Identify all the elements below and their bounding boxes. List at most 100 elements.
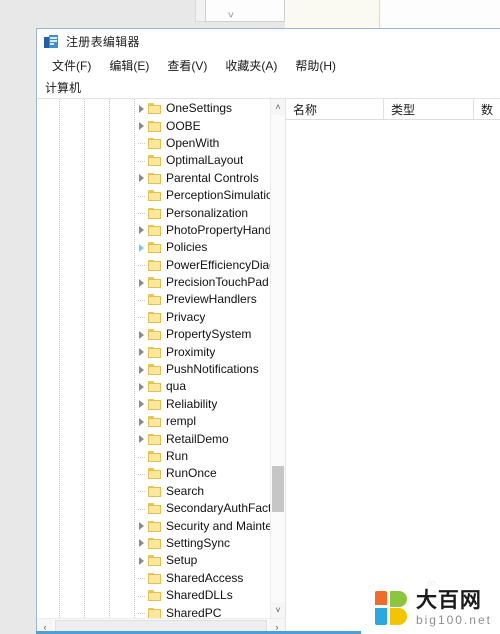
tree-item-proximity[interactable]: Proximity xyxy=(134,343,270,360)
tree-leaf-stub xyxy=(134,448,148,465)
menu-item-view[interactable]: 查看(V) xyxy=(158,55,216,76)
expand-arrow-icon[interactable] xyxy=(134,517,148,534)
tree-item-label: rempl xyxy=(166,415,197,429)
chevron-right-icon xyxy=(138,539,144,548)
address-bar[interactable]: 计算机 xyxy=(37,77,500,99)
address-path: 计算机 xyxy=(45,81,82,95)
title-bar: 注册表编辑器 xyxy=(37,29,500,54)
tree-item-run[interactable]: Run xyxy=(134,448,270,465)
tree-item-security-and-maintenance[interactable]: Security and Maintenance xyxy=(134,517,270,534)
expand-arrow-icon[interactable] xyxy=(134,396,148,413)
registry-values-list[interactable]: ∞ 大百网 big100.net xyxy=(286,120,500,634)
folder-icon xyxy=(148,485,161,497)
tree-item-label: Proximity xyxy=(166,345,216,359)
tree-item-label: Policies xyxy=(166,241,208,255)
folder-icon xyxy=(148,590,161,602)
tree-item-label: PreviewHandlers xyxy=(166,293,257,307)
tree-leaf-stub xyxy=(134,204,148,221)
chevron-right-icon xyxy=(138,330,144,339)
tree-item-personalization[interactable]: Personalization xyxy=(134,204,270,221)
registry-values-pane: 名称 类型 数 ∞ 大百网 big100.net xyxy=(286,99,500,634)
folder-icon xyxy=(148,607,161,618)
background-strip xyxy=(0,0,195,30)
column-header-row: 名称 类型 数 xyxy=(286,99,500,120)
tree-item-sharedaccess[interactable]: SharedAccess xyxy=(134,570,270,587)
chevron-right-icon xyxy=(138,400,144,409)
scroll-down-icon[interactable]: ˅ xyxy=(271,602,285,618)
expand-arrow-icon[interactable] xyxy=(134,535,148,552)
vertical-scroll-thumb[interactable] xyxy=(272,465,284,512)
expand-arrow-icon[interactable] xyxy=(134,552,148,569)
tree-item-label: PropertySystem xyxy=(166,328,252,342)
expand-arrow-icon[interactable] xyxy=(134,326,148,343)
tree-leaf-stub xyxy=(134,309,148,326)
expand-arrow-icon[interactable] xyxy=(134,361,148,378)
registry-tree[interactable]: OneSettings OOBE OpenWith OptimalLayout Pare… xyxy=(37,99,270,618)
tree-item-oobe[interactable]: OOBE xyxy=(134,117,270,134)
tree-item-retaildemo[interactable]: RetailDemo xyxy=(134,430,270,447)
column-header-type[interactable]: 类型 xyxy=(384,99,474,119)
tree-leaf-stub xyxy=(134,291,148,308)
tree-item-setup[interactable]: Setup xyxy=(134,552,270,569)
menu-item-help[interactable]: 帮助(H) xyxy=(286,55,345,76)
tree-leaf-stub xyxy=(134,570,148,587)
tree-item-label: SettingSync xyxy=(166,536,231,550)
indent-stub-icon xyxy=(138,595,145,597)
chevron-right-icon xyxy=(138,382,144,391)
indent-guide xyxy=(84,99,85,618)
tree-item-label: SecondaryAuthFactor xyxy=(166,502,270,516)
tree-item-runonce[interactable]: RunOnce xyxy=(134,465,270,482)
expand-arrow-icon[interactable] xyxy=(134,117,148,134)
expand-arrow-icon[interactable] xyxy=(134,343,148,360)
tree-item-onesettings[interactable]: OneSettings xyxy=(134,100,270,117)
tree-item-label: Run xyxy=(166,450,189,463)
tree-vertical-scrollbar[interactable]: ˄ ˅ xyxy=(270,99,285,618)
chevron-right-icon xyxy=(138,278,144,287)
menu-item-favorites[interactable]: 收藏夹(A) xyxy=(216,55,286,76)
tree-item-previewhandlers[interactable]: PreviewHandlers xyxy=(134,291,270,308)
tree-item-settingsync[interactable]: SettingSync xyxy=(134,535,270,552)
tree-item-optimallayout[interactable]: OptimalLayout xyxy=(134,152,270,169)
tree-item-qua[interactable]: qua xyxy=(134,378,270,395)
folder-icon xyxy=(148,346,161,358)
tree-item-perceptionsimulationextens[interactable]: PerceptionSimulationExtens xyxy=(134,187,270,204)
folder-icon xyxy=(148,172,161,184)
expand-arrow-icon[interactable] xyxy=(134,222,148,239)
tree-item-policies[interactable]: Policies xyxy=(134,239,270,256)
vertical-scroll-track[interactable] xyxy=(271,115,285,602)
folder-icon xyxy=(148,416,161,428)
expand-arrow-icon[interactable] xyxy=(134,100,148,117)
tree-item-openwith[interactable]: OpenWith xyxy=(134,135,270,152)
folder-icon xyxy=(148,572,161,584)
tree-item-parental-controls[interactable]: Parental Controls xyxy=(134,170,270,187)
menu-item-edit[interactable]: 编辑(E) xyxy=(100,55,158,76)
tree-item-rempl[interactable]: rempl xyxy=(134,413,270,430)
expand-arrow-icon[interactable] xyxy=(134,170,148,187)
tree-item-search[interactable]: Search xyxy=(134,483,270,500)
tree-item-sharedpc[interactable]: SharedPC xyxy=(134,604,270,618)
tree-item-shareddlls[interactable]: SharedDLLs xyxy=(134,587,270,604)
tree-item-privacy[interactable]: Privacy xyxy=(134,309,270,326)
folder-icon xyxy=(148,503,161,515)
scroll-up-icon[interactable]: ˄ xyxy=(271,99,285,115)
chevron-right-icon xyxy=(138,365,144,374)
tree-item-propertysystem[interactable]: PropertySystem xyxy=(134,326,270,343)
expand-arrow-icon[interactable] xyxy=(134,274,148,291)
expand-arrow-icon[interactable] xyxy=(134,239,148,256)
column-header-name[interactable]: 名称 xyxy=(286,99,384,119)
tree-item-precisiontouchpad[interactable]: PrecisionTouchPad xyxy=(134,274,270,291)
tree-item-pushnotifications[interactable]: PushNotifications xyxy=(134,361,270,378)
indent-stub-icon xyxy=(138,508,145,510)
menu-item-file[interactable]: 文件(F) xyxy=(43,55,100,76)
registry-editor-icon xyxy=(44,34,59,49)
tree-item-powerefficiencydiagnostics[interactable]: PowerEfficiencyDiagnostics xyxy=(134,257,270,274)
tree-item-reliability[interactable]: Reliability xyxy=(134,396,270,413)
tree-item-secondaryauthfactor[interactable]: SecondaryAuthFactor xyxy=(134,500,270,517)
column-header-data[interactable]: 数 xyxy=(474,99,500,119)
expand-arrow-icon[interactable] xyxy=(134,378,148,395)
tree-item-photopropertyhandler[interactable]: PhotoPropertyHandler xyxy=(134,222,270,239)
tree-item-label: RunOnce xyxy=(166,467,217,481)
expand-arrow-icon[interactable] xyxy=(134,413,148,430)
folder-icon xyxy=(148,398,161,410)
expand-arrow-icon[interactable] xyxy=(134,430,148,447)
